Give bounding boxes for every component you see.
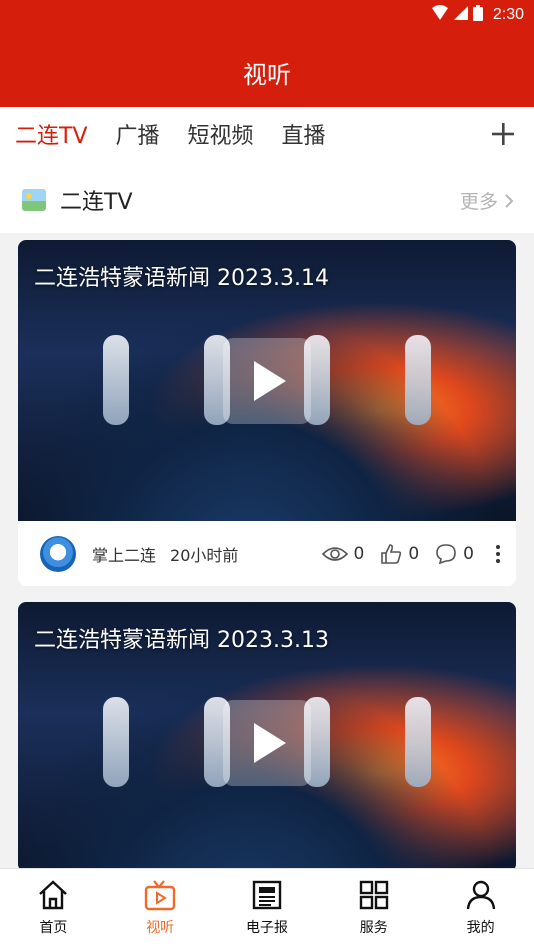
likes-count: 0 xyxy=(408,543,420,564)
comment-button[interactable]: 0 xyxy=(435,543,474,565)
tab-short-video[interactable]: 短视频 xyxy=(174,107,268,167)
nav-media[interactable]: 视听 xyxy=(107,869,214,950)
more-link[interactable]: 更多 xyxy=(460,187,514,214)
source-avatar xyxy=(40,535,76,572)
play-button[interactable] xyxy=(223,700,311,786)
video-meta: 掌上二连 20小时前 0 0 0 xyxy=(18,521,516,586)
grid-icon xyxy=(359,880,388,910)
section-title: 二连TV xyxy=(60,190,133,215)
tv-icon xyxy=(144,880,176,911)
status-bar: 2:30 xyxy=(431,4,524,26)
views-stat: 0 xyxy=(321,543,365,564)
video-thumbnail[interactable]: 二连浩特蒙语新闻 2023.3.14 xyxy=(18,240,516,521)
home-icon xyxy=(39,880,68,910)
nav-profile[interactable]: 我的 xyxy=(427,869,534,950)
add-tab-button[interactable] xyxy=(490,119,516,153)
nav-services-label: 服务 xyxy=(359,920,388,936)
source-name: 掌上二连 xyxy=(92,545,157,565)
video-thumbnail[interactable]: 二连浩特蒙语新闻 2023.3.13 xyxy=(18,602,516,872)
tab-erlian-tv[interactable]: 二连TV xyxy=(0,107,102,167)
battery-icon xyxy=(472,5,483,25)
plus-icon xyxy=(492,123,514,145)
more-options-icon[interactable] xyxy=(496,544,500,563)
image-icon xyxy=(22,189,46,211)
publish-time: 20小时前 xyxy=(170,545,239,565)
video-title: 二连浩特蒙语新闻 2023.3.13 xyxy=(34,628,329,653)
bottom-nav: 首页 视听 电子报 服务 我的 xyxy=(0,868,534,950)
page-title: 视听 xyxy=(243,61,291,89)
nav-newspaper-label: 电子报 xyxy=(245,920,288,936)
nav-media-label: 视听 xyxy=(146,920,175,936)
nav-profile-label: 我的 xyxy=(466,920,495,936)
comments-count: 0 xyxy=(463,543,474,564)
views-count: 0 xyxy=(353,543,365,564)
signal-icon xyxy=(453,5,469,25)
video-card[interactable]: 二连浩特蒙语新闻 2023.3.13 xyxy=(18,602,516,872)
tab-radio[interactable]: 广播 xyxy=(102,107,174,167)
more-label: 更多 xyxy=(459,190,498,213)
video-stats: 0 0 0 xyxy=(314,543,500,565)
video-title: 二连浩特蒙语新闻 2023.3.14 xyxy=(34,266,329,291)
status-time: 2:30 xyxy=(492,6,524,23)
play-button[interactable] xyxy=(223,338,311,424)
thumbs-up-icon xyxy=(381,543,402,564)
app-header: 2:30 视听 xyxy=(0,0,534,107)
nav-services[interactable]: 服务 xyxy=(320,869,427,950)
chevron-right-icon xyxy=(504,191,514,213)
newspaper-icon xyxy=(252,880,282,910)
wifi-icon xyxy=(431,5,449,25)
tab-live[interactable]: 直播 xyxy=(268,107,340,167)
nav-newspaper[interactable]: 电子报 xyxy=(214,869,321,950)
user-icon xyxy=(466,880,495,910)
like-button[interactable]: 0 xyxy=(380,543,419,565)
nav-home[interactable]: 首页 xyxy=(0,869,107,950)
eye-icon xyxy=(321,546,348,561)
category-tabs: 二连TV 广播 短视频 直播 xyxy=(0,107,534,167)
section-header: 二连TV 更多 xyxy=(0,167,534,233)
video-card[interactable]: 二连浩特蒙语新闻 2023.3.14 掌上二连 20小时前 0 0 0 xyxy=(18,240,516,586)
nav-home-label: 首页 xyxy=(39,920,68,936)
comment-icon xyxy=(436,543,456,564)
